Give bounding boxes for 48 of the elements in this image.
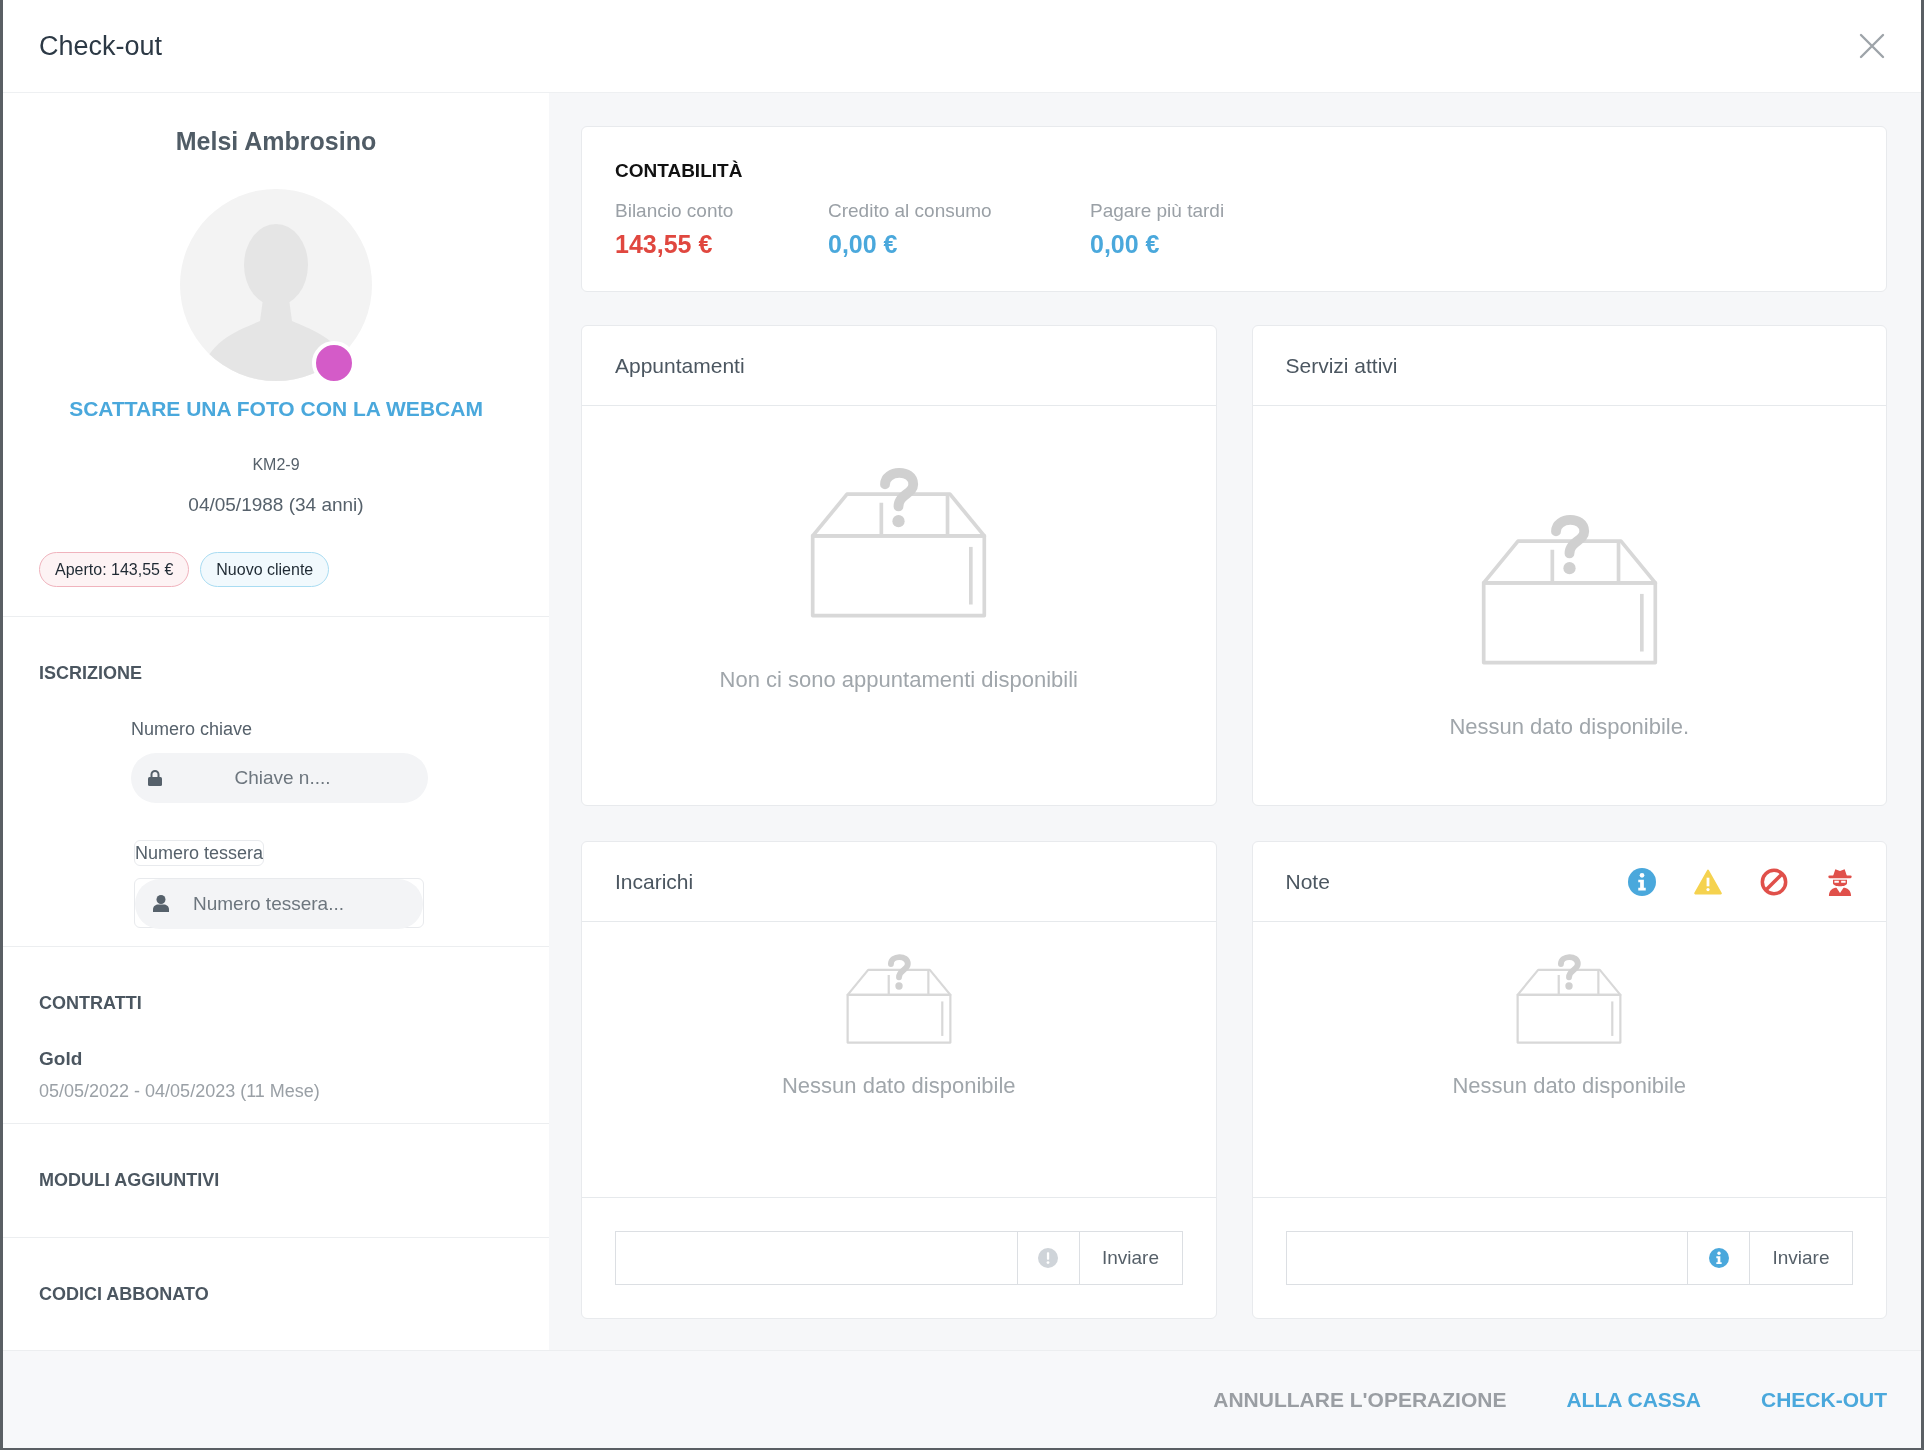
- amount-label: Bilancio conto: [615, 199, 735, 223]
- amount-value: 0,00 €: [828, 229, 899, 259]
- panel-title: Incarichi: [615, 868, 694, 895]
- panel-title: Appuntamenti: [615, 352, 745, 379]
- contract-name: Gold: [39, 1047, 84, 1071]
- window-title: Check-out: [39, 30, 163, 63]
- status-tag: Aperto: 143,55 €: [39, 552, 190, 587]
- birth-date: 04/05/1988 (34 anni): [187, 493, 365, 517]
- amount-label: Pagare più tardi: [1090, 199, 1226, 223]
- amount-label: Credito al consumo: [828, 199, 993, 223]
- field-label: Numero chiave: [131, 718, 253, 741]
- action-button[interactable]: ALLA CASSA: [1566, 1383, 1701, 1416]
- empty-message: Nessun dato disponibile.: [1449, 713, 1690, 741]
- webcam-photo-link[interactable]: SCATTARE UNA FOTO CON LA WEBCAM: [69, 397, 483, 420]
- field-label: Numero tessera: [134, 840, 265, 866]
- section-heading: CODICI ABBONATO: [39, 1283, 210, 1306]
- section-heading: MODULI AGGIUNTIVI: [39, 1169, 221, 1192]
- amount-value: 143,55 €: [615, 229, 714, 259]
- lock-icon: [148, 770, 162, 786]
- panel-title: Note: [1285, 868, 1330, 895]
- section-heading: ISCRIZIONE: [39, 662, 143, 685]
- empty-message: Nessun dato disponibile: [781, 1072, 1016, 1100]
- customer-name: Melsi Ambrosino: [174, 126, 378, 157]
- section-heading: CONTRATTI: [39, 992, 143, 1015]
- warning-icon[interactable]: [1694, 867, 1722, 896]
- customer-code: KM2-9: [251, 455, 301, 475]
- spy-icon[interactable]: [1826, 867, 1854, 896]
- message-input[interactable]: [1285, 1231, 1687, 1285]
- info-icon[interactable]: [1628, 867, 1656, 896]
- send-button[interactable]: Inviare: [1749, 1231, 1853, 1285]
- send-button[interactable]: Inviare: [1078, 1231, 1183, 1285]
- amount-value: 0,00 €: [1090, 229, 1161, 259]
- key-number-field[interactable]: Chiave n....: [131, 753, 428, 803]
- person-icon: [153, 895, 169, 912]
- empty-message: Non ci sono appuntamenti disponibili: [719, 666, 1078, 694]
- card-number-field[interactable]: Numero tessera...: [135, 879, 423, 929]
- message-input[interactable]: [615, 1231, 1017, 1285]
- info-icon: [1708, 1248, 1729, 1268]
- close-icon[interactable]: [1859, 33, 1885, 59]
- contract-period: 05/05/2022 - 04/05/2023 (11 Mese): [39, 1080, 321, 1103]
- prohibited-icon[interactable]: [1760, 867, 1788, 896]
- exclamation-icon: [1038, 1248, 1058, 1268]
- action-button[interactable]: CHECK-OUT: [1761, 1383, 1887, 1416]
- cancel-button[interactable]: ANNULLARE L'OPERAZIONE: [1213, 1383, 1507, 1416]
- empty-message: Nessun dato disponibile: [1452, 1072, 1687, 1100]
- panel-title: Servizi attivi: [1285, 352, 1398, 379]
- status-tag: Nuovo cliente: [200, 552, 330, 587]
- card-title: CONTABILITÀ: [615, 159, 744, 183]
